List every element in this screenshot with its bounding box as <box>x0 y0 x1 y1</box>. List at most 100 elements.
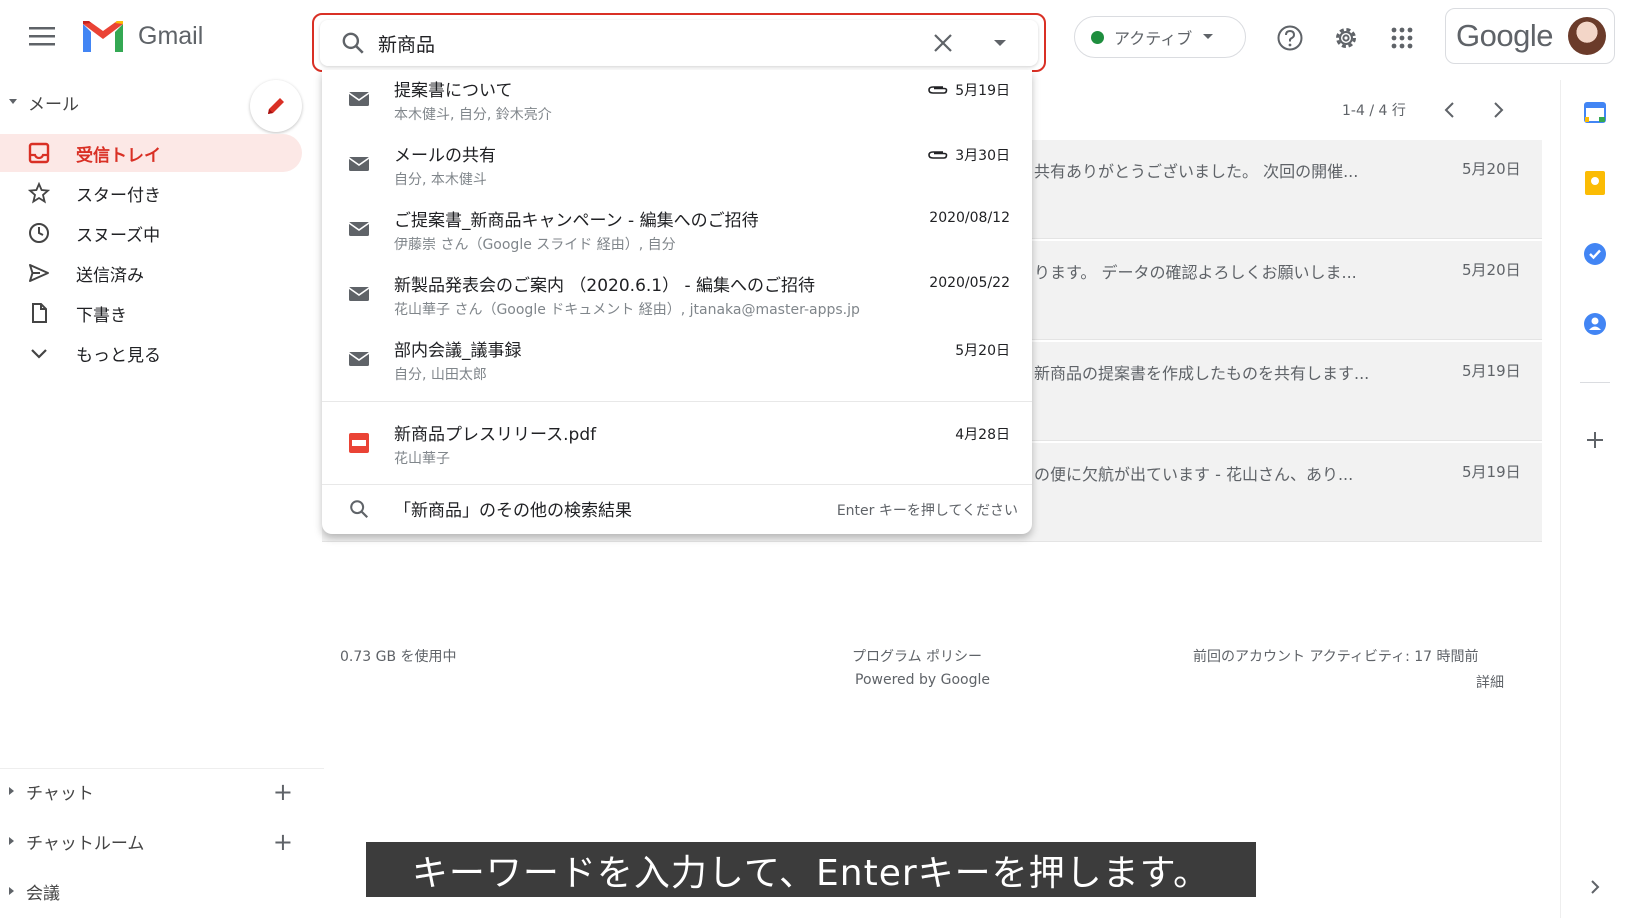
pagination: 1-4 / 4 行 <box>1342 98 1522 122</box>
suggestion-item[interactable]: 部内会議_議事録 自分, 山田太郎 5月20日 <box>322 332 1032 396</box>
plus-icon <box>1587 432 1603 448</box>
sidebar-item-sent[interactable]: 送信済み <box>0 254 302 292</box>
suggestion-item[interactable]: 提案書について 本木健斗, 自分, 鈴木亮介 5月19日 <box>322 72 1032 136</box>
keep-icon <box>1585 171 1605 195</box>
email-snippet: 共有ありがとうございました。 次回の開催... <box>1034 162 1359 181</box>
chevron-right-icon <box>1591 880 1600 894</box>
program-policy-link[interactable]: プログラム ポリシー <box>852 646 982 666</box>
email-snippet: の便に欠航が出ています - 花山さん、あり... <box>1034 465 1354 484</box>
compose-button[interactable] <box>250 80 302 132</box>
tasks-addon[interactable] <box>1580 239 1610 269</box>
gmail-logo[interactable]: Gmail <box>80 16 230 56</box>
chevron-down-icon <box>1203 34 1214 39</box>
suggestion-item[interactable]: 新製品発表会のご案内 （2020.6.1） - 編集へのご招待 花山華子 さん（… <box>322 267 1032 331</box>
suggestion-participants: 本木健斗, 自分, 鈴木亮介 <box>394 107 552 123</box>
email-date: 5月19日 <box>1462 362 1521 380</box>
status-selector[interactable]: アクティブ <box>1074 16 1246 58</box>
calendar-addon[interactable] <box>1580 97 1610 127</box>
draft-icon <box>32 303 47 323</box>
next-page-icon[interactable] <box>1492 101 1506 119</box>
chatroom-section-label: チャットルーム <box>26 833 145 854</box>
chat-section[interactable]: チャット + <box>8 776 303 806</box>
tutorial-caption: キーワードを入力して、Enterキーを押します。 <box>366 842 1256 897</box>
avatar[interactable] <box>1568 17 1606 55</box>
apps-grid-icon <box>1391 27 1413 49</box>
suggestion-date: 5月19日 <box>955 83 1010 99</box>
caret-down-icon <box>9 99 17 104</box>
suggestion-item[interactable]: ご提案書_新商品キャンペーン - 編集へのご招待 伊藤崇 さん（Google ス… <box>322 202 1032 266</box>
pencil-icon <box>268 98 284 114</box>
search-icon <box>350 500 369 519</box>
tasks-icon <box>1584 243 1606 265</box>
storage-usage: 0.73 GB を使用中 <box>340 649 457 665</box>
sidebar-item-more[interactable]: もっと見る <box>0 334 302 372</box>
search-input[interactable] <box>376 31 900 55</box>
main-menu-button[interactable] <box>20 18 64 54</box>
email-date: 5月20日 <box>1462 160 1521 178</box>
details-link[interactable]: 詳細 <box>1476 672 1504 692</box>
suggestion-participants: 花山華子 さん（Google ドキュメント 経由）, jtanaka@maste… <box>394 302 860 318</box>
mail-icon <box>348 287 370 301</box>
search-bar[interactable] <box>320 20 1038 66</box>
suggestion-participants: 自分, 本木健斗 <box>394 172 487 188</box>
hamburger-icon <box>29 27 55 46</box>
meet-section-label: 会議 <box>26 883 60 904</box>
help-button[interactable] <box>1270 18 1310 58</box>
gear-icon <box>1336 28 1356 48</box>
last-activity: 前回のアカウント アクティビティ: 17 時間前 <box>1193 649 1479 665</box>
sidebar-item-inbox[interactable]: 受信トレイ <box>0 134 302 172</box>
apps-button[interactable] <box>1382 18 1422 58</box>
sidebar-item-label: 下書き <box>76 305 127 326</box>
suggestion-title: メールの共有 <box>394 146 496 166</box>
sidebar-item-label: 送信済み <box>76 265 144 286</box>
search-highlight-frame <box>312 13 1046 72</box>
email-date: 5月20日 <box>1462 261 1521 279</box>
keep-addon[interactable] <box>1580 168 1610 198</box>
clock-icon <box>29 223 49 243</box>
caret-right-icon <box>9 837 14 845</box>
chat-section-label: チャット <box>26 783 94 804</box>
calendar-icon <box>1584 102 1606 123</box>
mail-icon <box>348 157 370 171</box>
sidebar-item-snoozed[interactable]: スヌーズ中 <box>0 214 302 252</box>
settings-button[interactable] <box>1326 18 1366 58</box>
more-results-item[interactable]: 「新商品」のその他の検索結果 Enter キーを押してください <box>322 486 1032 532</box>
suggestion-participants: 自分, 山田太郎 <box>394 367 487 383</box>
email-snippet: 新商品の提案書を作成したものを共有します... <box>1034 364 1370 383</box>
suggestion-item[interactable]: 新商品プレスリリース.pdf 花山華子 4月28日 <box>322 416 1032 480</box>
chatroom-section[interactable]: チャットルーム + <box>8 826 303 856</box>
mail-section-header[interactable]: メール <box>8 88 258 116</box>
suggestion-divider <box>322 401 1032 402</box>
star-icon <box>28 182 50 204</box>
google-wordmark: Google <box>1456 18 1553 53</box>
meet-section[interactable]: 会議 <box>8 876 303 906</box>
suggestion-title: 部内会議_議事録 <box>394 341 522 361</box>
contacts-addon[interactable] <box>1580 309 1610 339</box>
clear-search-icon[interactable] <box>932 32 954 54</box>
sidebar-item-drafts[interactable]: 下書き <box>0 294 302 332</box>
prev-page-icon[interactable] <box>1442 101 1456 119</box>
email-snippet: ります。 データの確認よろしくお願いしま... <box>1034 263 1357 282</box>
suggestion-owner: 花山華子 <box>394 451 450 467</box>
more-results-label: 「新商品」のその他の検索結果 <box>394 501 632 521</box>
suggestion-date: 2020/08/12 <box>929 210 1010 226</box>
suggestion-item[interactable]: メールの共有 自分, 本木健斗 3月30日 <box>322 137 1032 201</box>
sidebar-divider <box>0 768 324 769</box>
search-suggestions: 提案書について 本木健斗, 自分, 鈴木亮介 5月19日 メールの共有 自分, … <box>322 70 1032 534</box>
send-icon <box>29 264 49 282</box>
suggestion-date: 2020/05/22 <box>929 275 1010 291</box>
mail-icon <box>348 222 370 236</box>
add-chatroom-icon[interactable]: + <box>273 828 293 856</box>
account-switcher[interactable]: Google <box>1445 8 1615 64</box>
status-label: アクティブ <box>1114 29 1193 48</box>
caret-right-icon <box>9 787 14 795</box>
sidebar-item-starred[interactable]: スター付き <box>0 174 302 212</box>
search-icon[interactable] <box>340 30 366 56</box>
suggestion-participants: 伊藤崇 さん（Google スライド 経由）, 自分 <box>394 237 676 253</box>
get-addons-button[interactable] <box>1580 425 1610 455</box>
search-options-icon[interactable] <box>992 38 1008 48</box>
mail-icon <box>348 92 370 106</box>
expand-panel-button[interactable] <box>1580 872 1610 902</box>
add-chat-icon[interactable]: + <box>273 778 293 806</box>
enter-key-hint: Enter キーを押してください <box>836 503 1018 519</box>
